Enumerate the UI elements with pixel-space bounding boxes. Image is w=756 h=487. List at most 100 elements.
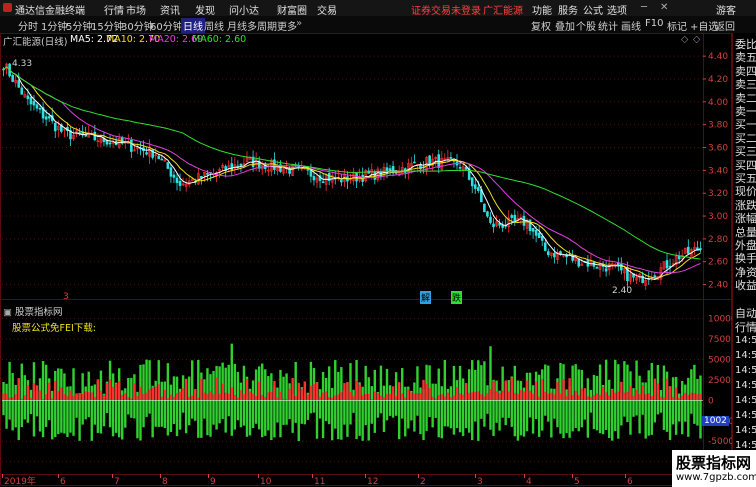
- kline-chart[interactable]: 4.40 4.20 4.00 3.80 3.60 3.40 3.20 3.00 2.80 2.60…: [0, 0, 756, 487]
- indicator-bar-red: [242, 394, 246, 401]
- price-tick-label: 3.00: [708, 212, 728, 222]
- indicator-bar-green-down: [257, 400, 261, 430]
- indicator-bar-green-down: [51, 400, 54, 440]
- indicator-bar-red: [51, 398, 54, 401]
- candle-body: [239, 163, 243, 166]
- indicator-bar-red: [410, 392, 413, 401]
- indicator-bar-red: [544, 391, 547, 401]
- indicator-bar-red: [677, 397, 681, 401]
- indicator-bar-green-down: [632, 400, 635, 417]
- indicator-bar-green-down: [8, 400, 11, 420]
- candle-body: [145, 152, 148, 155]
- indicator-bar-green-down: [367, 400, 370, 441]
- indicator-bar-green-down: [127, 400, 130, 415]
- indicator-bar-red: [163, 389, 167, 401]
- indicator-bar-red: [492, 380, 495, 401]
- indicator-bar-green-down: [410, 400, 413, 421]
- indicator-current-value: 1002: [702, 416, 729, 426]
- indicator-bar-red: [321, 392, 325, 401]
- candle-body: [620, 263, 623, 271]
- indicator-bar-green-down: [209, 400, 212, 437]
- indicator-bar-red: [218, 393, 221, 401]
- indicator-bar-green-down: [556, 400, 559, 428]
- indicator-bar-green-down: [303, 400, 307, 425]
- indicator-bar-green-down: [534, 400, 538, 419]
- candle-body: [130, 139, 133, 152]
- event-marker-die[interactable]: 跌: [451, 291, 463, 304]
- candle-body: [230, 163, 234, 171]
- indicator-bar-green-down: [14, 400, 17, 428]
- indicator-bar-red: [668, 386, 672, 401]
- candle-body: [458, 167, 462, 169]
- event-marker-red[interactable]: 3: [63, 292, 69, 302]
- indicator-bar-green-down: [687, 400, 690, 437]
- event-marker-jie[interactable]: 解: [420, 291, 432, 304]
- indicator-bar-red: [391, 386, 395, 401]
- indicator-bar-green-down: [66, 400, 69, 437]
- indicator-bar-red: [72, 395, 75, 401]
- indicator-bar-red: [510, 378, 513, 401]
- indicator-bar-red: [160, 396, 163, 401]
- indicator-bar-red: [315, 382, 319, 401]
- indicator-bar-red: [93, 396, 97, 401]
- indicator-bar-green-down: [169, 400, 173, 432]
- indicator-bar-green-down: [282, 400, 285, 425]
- indicator-tab[interactable]: ▣ 股票指标网: [3, 304, 63, 318]
- indicator-bar-green-down: [32, 400, 36, 437]
- indicator-bar-green-down: [373, 400, 377, 433]
- indicator-bar-green-up: [662, 365, 666, 401]
- indicator-bar-red: [117, 381, 121, 401]
- indicator-bar-red: [230, 387, 233, 401]
- indicator-bar-green-down: [309, 400, 313, 414]
- indicator-bar-green-up: [233, 363, 237, 401]
- indicator-bar-green-down: [519, 400, 523, 436]
- indicator-bar-green-down: [157, 400, 160, 427]
- indicator-bar-green-down: [108, 400, 112, 428]
- indicator-bar-red: [537, 396, 541, 401]
- indicator-bar-red: [248, 391, 252, 401]
- indicator-bar-green-down: [57, 400, 60, 435]
- indicator-bar-green-down: [467, 400, 471, 433]
- indicator-bar-red: [44, 394, 48, 401]
- indicator-bar-red: [224, 392, 227, 401]
- indicator-bar-green-down: [601, 400, 605, 435]
- indicator-bar-red: [145, 392, 148, 401]
- indicator-tick-label: -5000: [708, 437, 734, 447]
- time-tick-label: 6: [627, 477, 633, 487]
- indicator-bar-red: [32, 382, 36, 401]
- indicator-bar-red: [227, 393, 230, 401]
- indicator-bar-green-down: [364, 400, 367, 426]
- indicator-bar-green-down: [690, 400, 693, 414]
- indicator-bar-red: [580, 388, 583, 401]
- indicator-bar-green-down: [78, 400, 81, 441]
- indicator-bar-green-down: [29, 400, 33, 414]
- indicator-bar-green-down: [641, 400, 644, 415]
- indicator-bar-green-down: [166, 400, 170, 436]
- candle-body: [178, 180, 182, 186]
- indicator-bar-red: [334, 395, 337, 401]
- indicator-bar-red: [172, 396, 176, 401]
- indicator-bar-green-down: [5, 400, 8, 429]
- indicator-bar-green-down: [504, 400, 507, 426]
- indicator-bar-green-down: [60, 400, 63, 433]
- indicator-bar-green-down: [382, 400, 386, 433]
- indicator-bar-green-down: [489, 400, 492, 430]
- indicator-bar-red: [14, 394, 17, 401]
- indicator-bar-red: [124, 393, 127, 401]
- indicator-bar-red: [60, 387, 63, 401]
- indicator-bar-red: [340, 392, 343, 401]
- indicator-bar-red: [507, 391, 510, 401]
- indicator-bar-green-down: [245, 400, 249, 437]
- tick-time: 14:56: [735, 350, 756, 361]
- indicator-bar-green-down: [20, 400, 23, 427]
- indicator-bar-green-down: [446, 400, 450, 427]
- indicator-bar-green-down: [471, 400, 474, 441]
- candle-body: [604, 268, 608, 272]
- indicator-bar-red: [142, 393, 145, 401]
- indicator-bar-green-up: [379, 365, 383, 401]
- indicator-bar-green-up: [11, 373, 14, 401]
- candle-body: [321, 181, 325, 184]
- indicator-bar-red: [550, 392, 553, 401]
- ma60-line: [3, 66, 701, 260]
- indicator-bar-red: [452, 395, 456, 401]
